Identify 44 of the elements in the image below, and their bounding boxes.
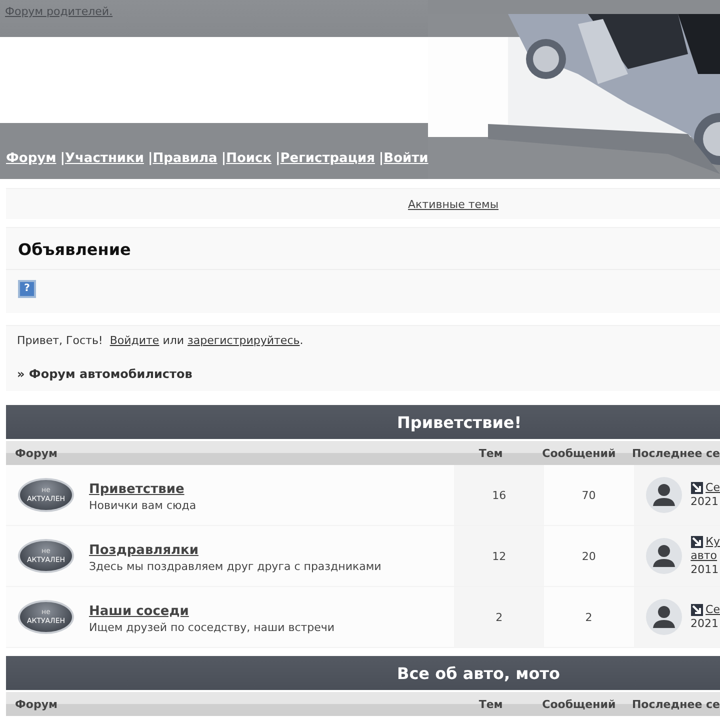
forum-title-link[interactable]: Наши соседи bbox=[89, 604, 189, 619]
active-topics-link[interactable]: Активные темы bbox=[408, 198, 499, 210]
column-title: Тем bbox=[478, 446, 504, 460]
category-title: Приветствие! bbox=[397, 412, 522, 432]
login-link[interactable]: Войдите bbox=[110, 334, 160, 347]
arrow-icon[interactable] bbox=[690, 482, 703, 494]
column-title: Последнее се bbox=[630, 446, 720, 460]
nav-separator: | bbox=[276, 151, 280, 166]
forum-description: Новички вам сюда bbox=[89, 499, 196, 512]
avatar-icon bbox=[646, 599, 682, 635]
column-title: Форум bbox=[14, 698, 59, 710]
forum-title-link[interactable]: Поздравлялки bbox=[89, 543, 198, 558]
last-post-date: 2011 bbox=[690, 563, 720, 577]
last-post-link[interactable]: Се bbox=[706, 481, 720, 495]
help-icon: ? bbox=[18, 280, 36, 298]
forum-description: Здесь мы поздравляем друг друга с праздниками bbox=[89, 560, 382, 573]
nav-separator: | bbox=[148, 151, 153, 166]
breadcrumb: » Форум автомобилистов bbox=[17, 367, 194, 381]
register-link[interactable]: зарегистрируйтесь bbox=[188, 334, 300, 347]
column-title: Последнее се bbox=[630, 698, 720, 710]
forum-title-link[interactable]: Приветствие bbox=[89, 482, 184, 497]
topic-count: 16 bbox=[454, 465, 544, 525]
topic-count: 2 bbox=[454, 587, 544, 647]
avatar-icon bbox=[646, 477, 682, 513]
avatar-icon bbox=[646, 538, 682, 574]
last-post-date: 2021 bbox=[690, 495, 720, 509]
column-title: Тем bbox=[478, 698, 504, 710]
forum-description: Ищем друзей по соседству, наши встречи bbox=[89, 621, 335, 634]
arrow-icon[interactable] bbox=[690, 604, 703, 616]
topic-count: 12 bbox=[454, 526, 544, 586]
last-post-link[interactable]: Ку bbox=[706, 535, 720, 549]
announcement-title: Объявление bbox=[6, 228, 720, 270]
nav-separator: | bbox=[221, 151, 226, 166]
last-post-date: 2021 bbox=[690, 617, 720, 631]
category-title: Все об авто, мото bbox=[397, 664, 560, 682]
column-title: Сообщений bbox=[541, 446, 617, 460]
column-title: Форум bbox=[14, 446, 59, 460]
nav-separator: | bbox=[60, 151, 65, 166]
welcome-text: Привет, Гость! Войдите или зарегистрируйтесь. bbox=[17, 334, 304, 347]
column-title: Сообщений bbox=[541, 698, 617, 710]
last-post-link[interactable]: Се bbox=[706, 603, 720, 617]
arrow-icon[interactable] bbox=[690, 536, 703, 548]
last-post-link[interactable]: авто bbox=[690, 549, 718, 562]
nav-separator: | bbox=[378, 151, 384, 166]
